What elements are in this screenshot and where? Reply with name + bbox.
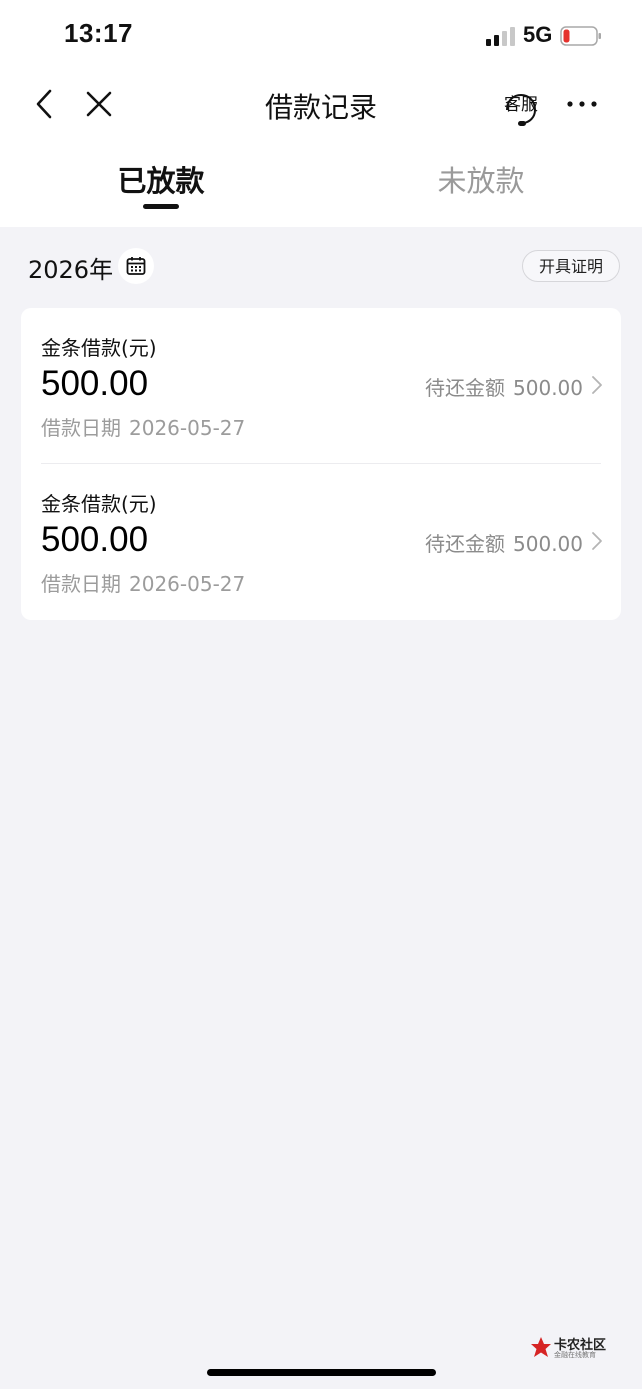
active-tab-indicator bbox=[143, 204, 179, 209]
remaining-amount-value: 500.00 bbox=[513, 532, 583, 556]
loan-amount: 500.00 bbox=[41, 520, 149, 559]
loan-date-label: 借款日期 bbox=[41, 572, 121, 596]
more-icon[interactable] bbox=[562, 92, 602, 116]
customer-service-button[interactable]: 客服 bbox=[500, 84, 542, 128]
year-filter-row: 2026年 开具证明 bbox=[0, 240, 642, 296]
home-indicator bbox=[207, 1369, 436, 1376]
remaining-amount-value: 500.00 bbox=[513, 376, 583, 400]
status-bar: 13:17 5G bbox=[0, 0, 642, 72]
loan-records-card: 金条借款(元) 500.00 借款日期 2026-05-27 待还金额 500.00… bbox=[21, 308, 621, 620]
chevron-right-icon bbox=[592, 532, 602, 550]
tab-bar: 已放款 未放款 bbox=[0, 148, 642, 218]
loan-date-label: 借款日期 bbox=[41, 416, 121, 440]
loan-type: 金条借款(元) bbox=[41, 336, 157, 360]
loan-date-row: 借款日期 2026-05-27 bbox=[41, 568, 245, 597]
loan-date-value: 2026-05-27 bbox=[129, 416, 246, 440]
loan-amount: 500.00 bbox=[41, 364, 149, 403]
calendar-icon bbox=[126, 257, 146, 275]
tab-disbursed[interactable]: 已放款 bbox=[61, 158, 261, 200]
kanong-logo-icon bbox=[531, 1337, 551, 1357]
watermark-subtitle: 金融在线教育 bbox=[554, 1351, 596, 1359]
loan-type: 金条借款(元) bbox=[41, 492, 157, 516]
remaining-amount-row: 待还金额 500.00 bbox=[425, 528, 583, 557]
network-label: 5G bbox=[523, 22, 553, 47]
status-time: 13:17 bbox=[64, 18, 133, 48]
issue-certificate-button[interactable]: 开具证明 bbox=[522, 250, 620, 282]
tab-not-disbursed[interactable]: 未放款 bbox=[381, 158, 581, 200]
battery-icon bbox=[560, 26, 601, 46]
remaining-amount-label: 待还金额 bbox=[425, 532, 506, 556]
signal-icon bbox=[486, 27, 515, 46]
loan-date-value: 2026-05-27 bbox=[129, 572, 246, 596]
watermark-logo: 卡农社区 金融在线教育 bbox=[530, 1334, 610, 1362]
remaining-amount-label: 待还金额 bbox=[425, 376, 506, 400]
calendar-button[interactable] bbox=[118, 248, 154, 284]
chevron-right-icon bbox=[592, 376, 602, 394]
customer-service-label: 客服 bbox=[504, 95, 538, 115]
loan-date-row: 借款日期 2026-05-27 bbox=[41, 412, 245, 441]
loan-record-item[interactable]: 金条借款(元) 500.00 借款日期 2026-05-27 待还金额 500.00 bbox=[21, 464, 621, 620]
year-label[interactable]: 2026年 bbox=[28, 250, 113, 285]
nav-bar: 借款记录 客服 bbox=[0, 72, 642, 136]
remaining-amount-row: 待还金额 500.00 bbox=[425, 372, 583, 401]
loan-record-item[interactable]: 金条借款(元) 500.00 借款日期 2026-05-27 待还金额 500.00 bbox=[21, 308, 621, 464]
page-title: 借款记录 bbox=[264, 91, 377, 124]
